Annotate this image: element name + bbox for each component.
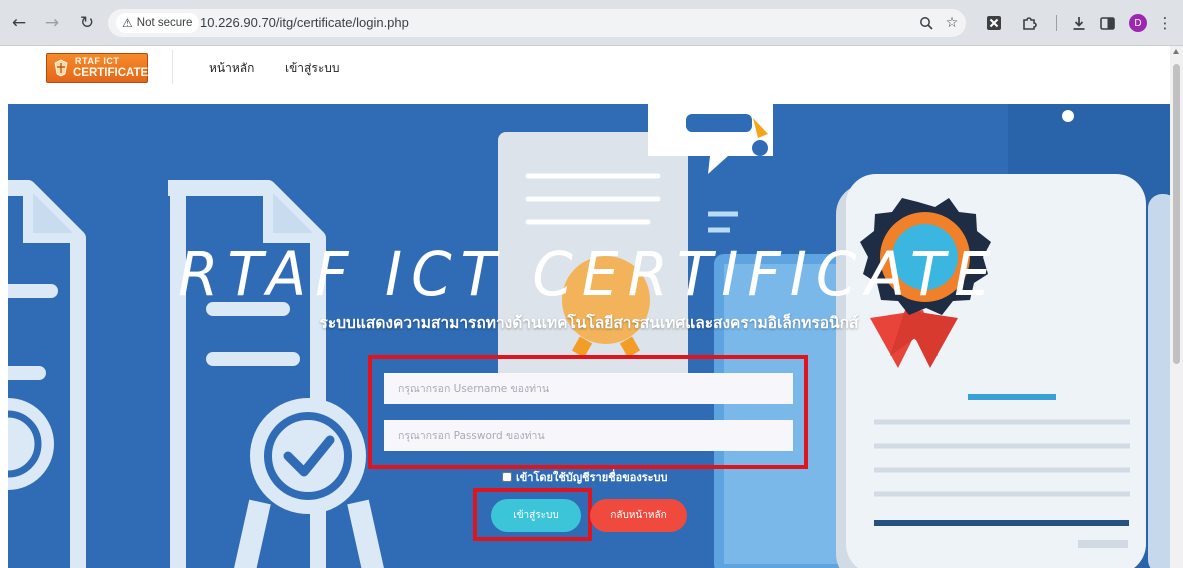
star-icon[interactable]: ☆: [942, 13, 962, 33]
zoom-icon[interactable]: [916, 13, 936, 33]
warning-icon: ⚠: [122, 16, 133, 30]
scroll-up-arrow-icon[interactable]: [1173, 49, 1179, 54]
url-text[interactable]: 10.226.90.70/itg/certificate/login.php: [200, 15, 409, 30]
system-account-option[interactable]: เข้าโดยใช้บัญชีรายชื่อของระบบ: [502, 468, 668, 486]
address-bar[interactable]: ⚠ Not secure 10.226.90.70/itg/certificat…: [108, 9, 966, 37]
back-arrow-icon[interactable]: ←: [7, 11, 31, 35]
back-home-button[interactable]: กลับหน้าหลัก: [590, 499, 687, 532]
header-divider: [172, 50, 173, 84]
page-scrollbar[interactable]: [1170, 46, 1183, 568]
toolbar-divider: [1056, 15, 1057, 31]
security-label: Not secure: [136, 17, 193, 29]
site-header: RTAF ICT CERTIFICATE หน้าหลัก เข้าสู่ระบ…: [0, 46, 1170, 104]
nav-home-link[interactable]: หน้าหลัก: [209, 59, 254, 78]
password-input[interactable]: [384, 420, 793, 451]
logo-text-top: RTAF ICT: [75, 56, 120, 66]
download-icon[interactable]: [1067, 11, 1091, 35]
reload-icon[interactable]: ↻: [75, 11, 99, 35]
hero-section: RTAF ICT CERTIFICATE ระบบแสดงความสามารถท…: [8, 104, 1170, 568]
scroll-thumb[interactable]: [1173, 64, 1180, 364]
browser-toolbar: ← → ↻ ⚠ Not secure 10.226.90.70/itg/cert…: [0, 0, 1183, 46]
emblem-icon: [54, 59, 68, 77]
sidebar-icon[interactable]: [1095, 11, 1119, 35]
username-input[interactable]: [384, 373, 793, 404]
extensions-puzzle-icon[interactable]: [1017, 11, 1041, 35]
hero-title: RTAF ICT CERTIFICATE: [178, 238, 1000, 310]
nav-login-link[interactable]: เข้าสู่ระบบ: [285, 59, 340, 78]
hero-subtitle: ระบบแสดงความสามารถทางด้านเทคโนโลยีสารสนเ…: [319, 314, 859, 332]
menu-dots-icon[interactable]: ⋮: [1153, 11, 1177, 35]
forward-arrow-icon[interactable]: →: [40, 11, 64, 35]
system-account-checkbox[interactable]: [502, 472, 512, 482]
security-indicator[interactable]: ⚠ Not secure: [116, 13, 200, 33]
logo-text-bottom: CERTIFICATE: [73, 67, 149, 79]
site-logo[interactable]: RTAF ICT CERTIFICATE: [46, 53, 148, 83]
profile-avatar[interactable]: D: [1129, 14, 1147, 32]
login-button[interactable]: เข้าสู่ระบบ: [491, 499, 581, 532]
extension-x-icon[interactable]: [982, 11, 1006, 35]
system-account-label: เข้าโดยใช้บัญชีรายชื่อของระบบ: [516, 471, 668, 484]
